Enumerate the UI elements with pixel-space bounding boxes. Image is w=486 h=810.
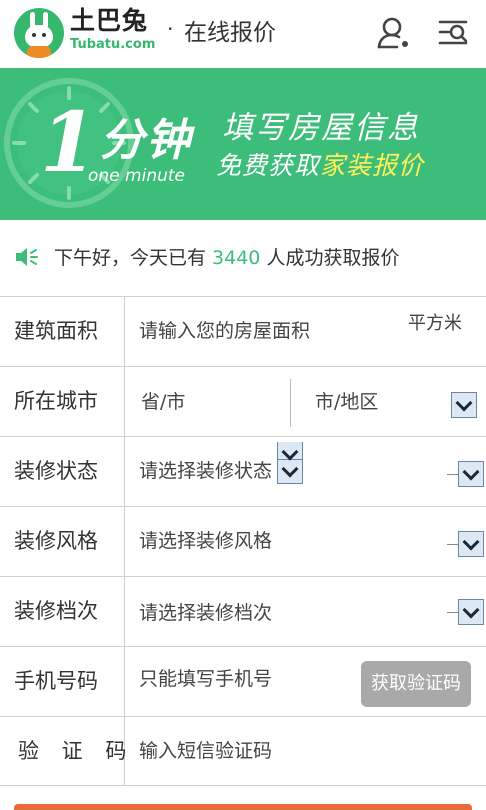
banner-minute-cn: 分钟	[100, 115, 192, 166]
promo-banner: 1 分钟 one minute 填写房屋信息 免费获取家装报价	[0, 68, 486, 220]
banner-subheadline: 免费获取家装报价	[216, 151, 424, 181]
code-input[interactable]: 输入短信验证码	[139, 717, 272, 786]
page-title: 在线报价	[184, 20, 276, 46]
notice-count: 3440	[212, 247, 261, 269]
city-divider	[290, 379, 291, 427]
style-label: 装修风格	[0, 507, 125, 576]
code-label: 验 证 码	[0, 717, 126, 786]
notice-bar: 下午好，今天已有 3440 人成功获取报价	[0, 220, 486, 296]
form-row-code: 验 证 码 输入短信验证码	[0, 716, 486, 786]
area-input[interactable]: 请输入您的房屋面积	[139, 297, 310, 366]
form-row-phone: 手机号码 只能填写手机号 获取验证码	[0, 646, 486, 716]
form-row-area: 建筑面积 请输入您的房屋面积 平方米	[0, 296, 486, 366]
header-separator: ·	[167, 17, 174, 41]
form-row-grade: 装修档次 请选择装修档次	[0, 576, 486, 646]
area-unit: 平方米	[408, 313, 462, 334]
status-label: 装修状态	[0, 437, 125, 506]
banner-headline: 填写房屋信息	[222, 110, 420, 146]
district-dropdown-button[interactable]	[451, 392, 477, 418]
phone-input[interactable]: 只能填写手机号	[139, 645, 272, 714]
form-row-city: 所在城市 省/市 市/地区	[0, 366, 486, 484]
notice-text: 下午好，今天已有 3440 人成功获取报价	[54, 244, 399, 272]
logo-en: Tubatu.com	[70, 37, 156, 52]
get-code-button[interactable]: 获取验证码	[361, 661, 471, 707]
city-label: 所在城市	[0, 367, 125, 436]
style-select[interactable]: 请选择装修风格	[139, 507, 272, 576]
phone-label: 手机号码	[0, 647, 125, 716]
speaker-icon	[16, 248, 38, 266]
area-label: 建筑面积	[0, 297, 125, 366]
status-select[interactable]: 请选择装修状态	[139, 437, 272, 506]
notice-prefix: 下午好，今天已有	[54, 247, 213, 269]
district-select[interactable]: 市/地区	[315, 373, 378, 431]
province-select[interactable]: 省/市	[141, 373, 185, 431]
grade-dropdown-button[interactable]	[458, 599, 484, 625]
grade-select[interactable]: 请选择装修档次	[139, 579, 272, 648]
form-row-status: 装修状态 请选择装修状态	[0, 436, 486, 506]
status-dropdown-button[interactable]	[458, 461, 484, 487]
style-dropdown-button[interactable]	[458, 531, 484, 557]
notice-suffix: 人成功获取报价	[260, 247, 400, 269]
grade-label: 装修档次	[0, 577, 125, 646]
banner-minute-en: one minute	[88, 166, 185, 186]
menu-search-icon[interactable]	[436, 16, 470, 50]
banner-subheadline-highlight: 家装报价	[320, 151, 425, 180]
header: 土巴兔 Tubatu.com · 在线报价	[0, 0, 486, 68]
status-extra-dropdown-button[interactable]	[277, 442, 303, 460]
submit-button-edge[interactable]	[14, 804, 472, 810]
quote-form: 建筑面积 请输入您的房屋面积 平方米 所在城市 省/市 市/地区 装修状态 请选…	[0, 296, 486, 786]
logo[interactable]: 土巴兔 Tubatu.com	[70, 7, 155, 53]
logo-mascot-icon[interactable]	[14, 8, 64, 58]
logo-cn: 土巴兔	[70, 6, 149, 35]
user-icon[interactable]	[377, 16, 411, 50]
banner-subheadline-prefix: 免费获取	[216, 151, 321, 180]
form-row-style: 装修风格 请选择装修风格	[0, 506, 486, 576]
